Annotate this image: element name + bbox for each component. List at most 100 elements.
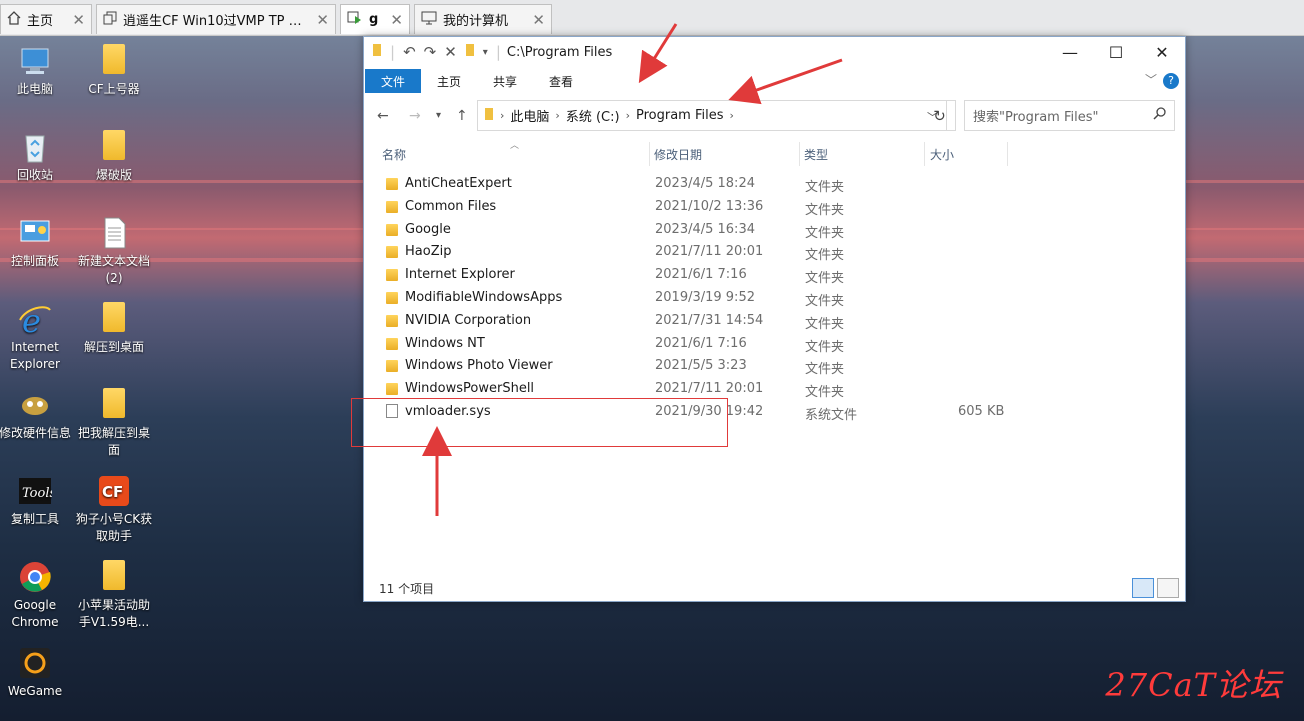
ribbon: 文件 主页 共享 查看 ﹀ ? xyxy=(364,69,1185,93)
breadcrumb-item[interactable]: Program Files xyxy=(636,108,724,123)
customize-dropdown-icon[interactable]: ▾ xyxy=(483,47,488,58)
search-input[interactable]: 搜索"Program Files" xyxy=(964,100,1175,131)
vm-tab-g[interactable]: g ✕ xyxy=(340,4,410,34)
desktop-icon-recycle-bin[interactable]: 回收站 xyxy=(0,130,75,184)
redo-icon[interactable]: ↷ xyxy=(424,43,437,61)
home-icon xyxy=(7,10,21,29)
folder-icon xyxy=(386,200,398,213)
wegame-icon xyxy=(18,646,52,680)
tab-share[interactable]: 共享 xyxy=(477,69,533,93)
breadcrumb-item[interactable]: 系统 (C:) xyxy=(566,106,620,125)
vm-tab-bar: 主页 ✕ 逍遥生CF Win10过VMP TP HP ... ✕ g ✕ 我的计… xyxy=(0,0,1304,36)
chevron-right-icon: › xyxy=(625,109,630,122)
tab-file[interactable]: 文件 xyxy=(365,69,422,93)
up-icon[interactable]: ↑ xyxy=(456,108,468,124)
undo-icon[interactable]: ↶ xyxy=(403,43,416,61)
desktop-icon-wegame[interactable]: WeGame xyxy=(0,646,75,700)
folder-icon xyxy=(372,43,382,61)
large-icons-view-icon[interactable] xyxy=(1157,578,1179,598)
svg-text:Tools: Tools xyxy=(22,486,52,501)
maximize-button[interactable]: ☐ xyxy=(1093,37,1139,67)
delete-icon[interactable]: ✕ xyxy=(444,43,457,61)
tab-view[interactable]: 查看 xyxy=(533,69,589,93)
list-item[interactable]: HaoZip 2021/7/11 20:01 文件夹 xyxy=(364,241,1185,264)
tools-icon: Tools xyxy=(18,474,56,508)
sort-ascending-icon: ︿ xyxy=(510,141,520,151)
minimize-button[interactable]: — xyxy=(1047,37,1093,67)
list-item[interactable]: AntiCheatExpert 2023/4/5 18:24 文件夹 xyxy=(364,173,1185,196)
desktop-icon-new-text-doc[interactable]: 新建文本文档 (2) xyxy=(74,216,154,287)
vm-play-icon xyxy=(347,11,363,29)
tab-home[interactable]: 主页 xyxy=(421,69,477,93)
hardware-tool-icon xyxy=(18,388,52,422)
desktop-icon-apple-helper[interactable]: 小苹果活动助手V1.59电... xyxy=(74,560,154,631)
close-button[interactable]: ✕ xyxy=(1139,37,1185,67)
folder-icon xyxy=(386,314,398,327)
folder-icon xyxy=(386,337,398,350)
list-item[interactable]: Internet Explorer 2021/6/1 7:16 文件夹 xyxy=(364,264,1185,287)
quick-access-toolbar: | ↶ ↷ ✕ ▾ | xyxy=(372,43,501,61)
chevron-right-icon: › xyxy=(555,109,560,122)
folder-icon[interactable] xyxy=(465,43,475,61)
close-icon[interactable]: ✕ xyxy=(532,11,545,29)
close-icon[interactable]: ✕ xyxy=(316,11,329,29)
list-item[interactable]: NVIDIA Corporation 2021/7/31 14:54 文件夹 xyxy=(364,310,1185,333)
list-item[interactable]: Common Files 2021/10/2 13:36 文件夹 xyxy=(364,196,1185,219)
folder-icon xyxy=(386,360,398,373)
column-date[interactable]: 修改日期 xyxy=(654,146,702,163)
search-icon xyxy=(1153,107,1166,124)
desktop-icon-extract-to-desktop[interactable]: 解压到桌面 xyxy=(74,302,154,356)
file-explorer-window: | ↶ ↷ ✕ ▾ | C:\Program Files — ☐ ✕ 文件 主页… xyxy=(363,36,1186,602)
status-bar-count: 11 个项目 xyxy=(379,582,435,596)
back-icon[interactable]: ← xyxy=(377,108,389,124)
help-icon[interactable]: ? xyxy=(1163,73,1179,89)
title-bar: | ↶ ↷ ✕ ▾ | C:\Program Files — ☐ ✕ xyxy=(364,37,1185,67)
text-document-icon xyxy=(97,216,131,250)
computer-icon xyxy=(18,44,52,78)
folder-icon xyxy=(386,178,398,190)
vm-tab-guide[interactable]: 逍遥生CF Win10过VMP TP HP ... ✕ xyxy=(96,4,336,34)
folder-icon xyxy=(386,383,398,396)
desktop-icon-this-pc[interactable]: 此电脑 xyxy=(0,44,75,98)
list-item[interactable]: Windows Photo Viewer 2021/5/5 3:23 文件夹 xyxy=(364,355,1185,378)
folder-icon xyxy=(386,269,398,282)
list-item[interactable]: ModifiableWindowsApps 2019/3/19 9:52 文件夹 xyxy=(364,287,1185,310)
expand-ribbon-icon[interactable]: ﹀ xyxy=(1145,71,1157,88)
desktop-icon-control-panel[interactable]: 控制面板 xyxy=(0,216,75,270)
folder-icon xyxy=(97,44,131,78)
desktop-icon-ck-helper[interactable]: CF 狗子小号CK获取助手 xyxy=(74,474,154,545)
desktop-icon-internet-explorer[interactable]: e Internet Explorer xyxy=(0,302,75,373)
annotation-highlight-box xyxy=(351,398,728,447)
column-type[interactable]: 类型 xyxy=(804,146,828,163)
list-item[interactable]: Windows NT 2021/6/1 7:16 文件夹 xyxy=(364,333,1185,356)
recent-dropdown-icon[interactable]: ▾ xyxy=(436,110,441,121)
vm-tab-home[interactable]: 主页 ✕ xyxy=(0,4,92,34)
desktop-icon-extract-me[interactable]: 把我解压到桌面 xyxy=(74,388,154,459)
column-size[interactable]: 大小 xyxy=(930,146,954,163)
chevron-right-icon: › xyxy=(729,109,734,122)
breadcrumb-item[interactable]: 此电脑 xyxy=(510,106,549,125)
desktop-icon-hardware-info[interactable]: 修改硬件信息 xyxy=(0,388,75,442)
desktop-icon-google-chrome[interactable]: Google Chrome xyxy=(0,560,75,631)
column-name[interactable]: 名称 xyxy=(382,146,406,163)
view-switcher xyxy=(1132,578,1179,598)
desktop-icon-copy-tool[interactable]: Tools 复制工具 xyxy=(0,474,75,528)
address-row: ← → ▾ ↑ › 此电脑 › 系统 (C:) › Program Files … xyxy=(364,100,1185,132)
vm-tab-my-computer[interactable]: 我的计算机 ✕ xyxy=(414,4,552,34)
folder-icon xyxy=(97,130,131,164)
folder-icon xyxy=(97,302,131,336)
refresh-icon: ↻ xyxy=(933,106,946,125)
desktop-icon-cf-login[interactable]: CF上号器 xyxy=(74,44,154,98)
monitor-icon xyxy=(421,11,437,29)
list-item[interactable]: Google 2023/4/5 16:34 文件夹 xyxy=(364,219,1185,242)
address-bar[interactable]: › 此电脑 › 系统 (C:) › Program Files › ﹀ xyxy=(477,100,947,131)
close-icon[interactable]: ✕ xyxy=(390,11,403,29)
close-icon[interactable]: ✕ xyxy=(72,11,85,29)
file-list: AntiCheatExpert 2023/4/5 18:24 文件夹 Common … xyxy=(364,173,1185,424)
crossfire-icon: CF xyxy=(97,474,131,508)
desktop-icon-cracked[interactable]: 爆破版 xyxy=(74,130,154,184)
forward-icon[interactable]: → xyxy=(409,108,421,124)
svg-text:CF: CF xyxy=(102,483,123,501)
refresh-button[interactable]: ↻ xyxy=(924,100,956,131)
details-view-icon[interactable] xyxy=(1132,578,1154,598)
